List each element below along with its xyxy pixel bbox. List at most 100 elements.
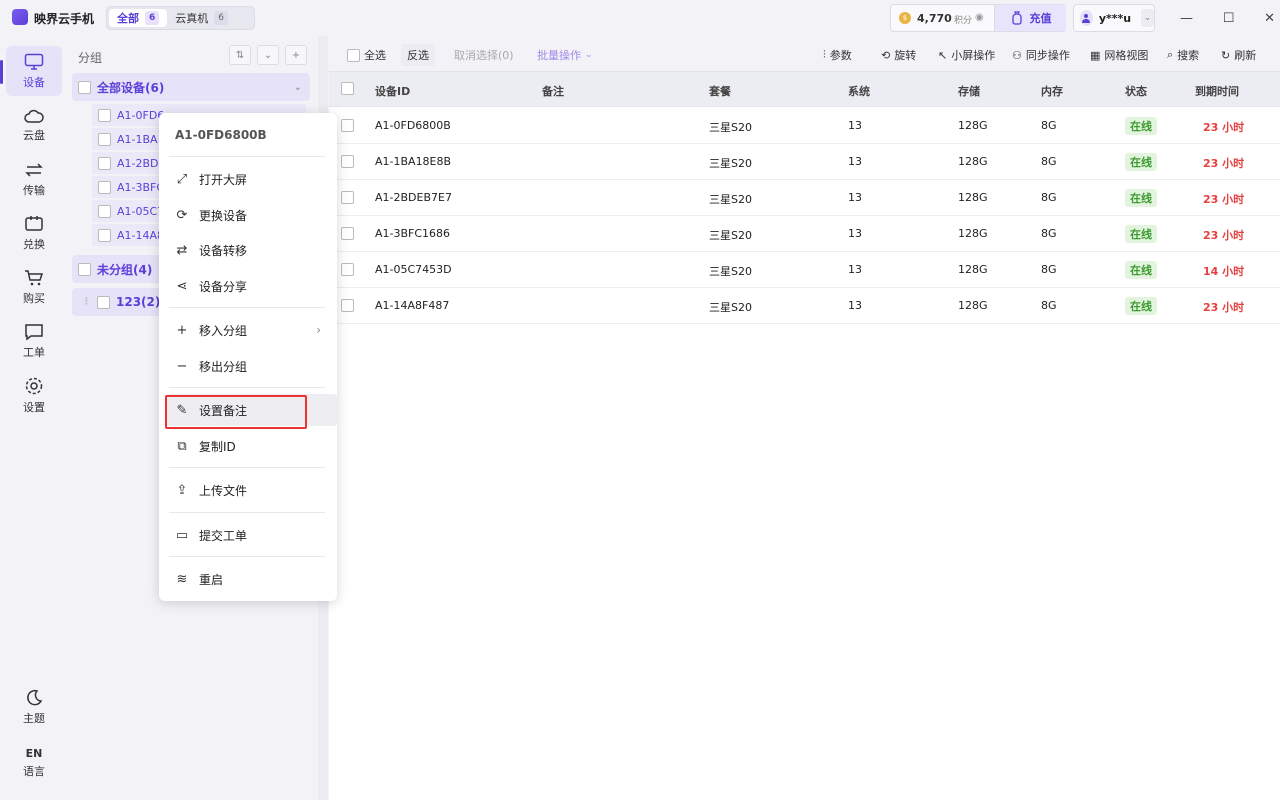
row-checkbox[interactable] <box>341 227 354 240</box>
tab-cloud-real[interactable]: 云真机 6 <box>167 9 236 27</box>
rail-item-cloud[interactable]: 云盘 <box>6 100 62 150</box>
drag-handle-icon[interactable]: ⋮ <box>82 297 91 307</box>
collapse-button[interactable]: ⌄ <box>257 45 279 65</box>
menu-item-upload-file[interactable]: ⇪ 上传文件 <box>165 474 331 506</box>
batch-operation-dropdown[interactable]: 批量操作 ⌄ <box>537 44 593 66</box>
user-menu[interactable]: y***u ⌄ <box>1073 4 1155 32</box>
expire-time: 23 小时 <box>1203 229 1245 242</box>
header-checkbox[interactable] <box>341 82 354 95</box>
row-checkbox[interactable] <box>341 191 354 204</box>
minimize-icon[interactable]: — <box>1180 11 1193 26</box>
transfer-icon: ⇄ <box>176 242 188 258</box>
add-group-button[interactable]: + <box>285 45 307 65</box>
expand-icon: ⤢ <box>176 171 188 187</box>
params-button[interactable]: ⫶ 参数 <box>823 44 852 66</box>
menu-item-copy-id[interactable]: ⧉ 复制ID <box>165 430 331 462</box>
row-checkbox[interactable] <box>341 119 354 132</box>
rotate-button[interactable]: ⟲ 旋转 <box>881 44 916 66</box>
table-row[interactable]: A1-05C7453D 三星S20 13 128G 8G 在线 14 小时 <box>329 252 1280 288</box>
cell-ram: 8G <box>1041 155 1057 168</box>
tab-all[interactable]: 全部 6 <box>109 9 168 27</box>
chevron-down-icon[interactable]: ⌄ <box>1141 9 1154 27</box>
row-checkbox[interactable] <box>341 263 354 276</box>
table-row[interactable]: A1-1BA18E8B 三星S20 13 128G 8G 在线 23 小时 <box>329 144 1280 180</box>
rail-item-theme[interactable]: 主题 <box>6 682 62 732</box>
menu-item-reboot[interactable]: ≋ 重启 <box>165 563 331 595</box>
column-header[interactable]: 套餐 <box>709 83 731 99</box>
column-header[interactable]: 备注 <box>542 83 564 99</box>
menu-item-remove-from-group[interactable]: − 移出分组 <box>165 350 331 382</box>
rail-item-buy[interactable]: 购买 <box>6 262 62 312</box>
divider <box>169 467 325 468</box>
message-icon <box>25 323 43 340</box>
select-all-button[interactable]: 全选 <box>347 44 386 66</box>
checkbox[interactable] <box>98 180 111 194</box>
recharge-button[interactable]: 充值 <box>994 5 1066 31</box>
row-checkbox[interactable] <box>341 299 354 312</box>
small-screen-button[interactable]: ↖ 小屏操作 <box>938 44 995 66</box>
points-value: 4,770 <box>917 12 952 25</box>
language-code: EN <box>25 747 43 760</box>
menu-item-move-to-group[interactable]: + 移入分组 › <box>165 314 331 346</box>
rail-item-devices[interactable]: 设备 <box>6 46 62 96</box>
menu-item-share-device[interactable]: ⋖ 设备分享 <box>165 270 331 302</box>
rail-label: 设置 <box>23 400 45 414</box>
rail-item-transfer[interactable]: 传输 <box>6 154 62 204</box>
status-badge: 在线 <box>1125 261 1157 279</box>
invert-selection-button[interactable]: 反选 <box>401 44 435 66</box>
table-row[interactable]: A1-3BFC1686 三星S20 13 128G 8G 在线 23 小时 <box>329 216 1280 252</box>
user-name: y***u <box>1098 11 1132 25</box>
column-header[interactable]: 内存 <box>1041 83 1063 99</box>
column-header[interactable]: 存储 <box>958 83 980 99</box>
rail-item-redeem[interactable]: 兑换 <box>6 208 62 258</box>
column-header[interactable]: 到期时间 <box>1195 83 1239 99</box>
cell-plan: 三星S20 <box>709 121 752 134</box>
layers-icon: ≋ <box>176 571 188 587</box>
status-badge: 在线 <box>1125 117 1157 135</box>
eye-icon[interactable]: ◉ <box>975 12 984 23</box>
chevron-down-icon[interactable]: ⌄ <box>294 82 302 93</box>
checkbox[interactable] <box>98 132 111 146</box>
rail-item-ticket[interactable]: 工单 <box>6 316 62 366</box>
column-header[interactable]: 系统 <box>848 83 870 99</box>
search-button[interactable]: ⌕ 搜索 <box>1167 44 1199 66</box>
plus-icon: + <box>176 322 188 338</box>
checkbox[interactable] <box>78 262 91 276</box>
menu-item-transfer-device[interactable]: ⇄ 设备转移 <box>165 234 331 266</box>
column-header[interactable]: 设备ID <box>375 83 410 99</box>
grid-view-button[interactable]: ▦ 网格视图 <box>1090 44 1148 66</box>
menu-item-open-fullscreen[interactable]: ⤢ 打开大屏 <box>165 163 331 195</box>
row-checkbox[interactable] <box>341 155 354 168</box>
sliders-icon: ⫶ <box>823 48 826 61</box>
close-icon[interactable]: ✕ <box>1264 11 1275 26</box>
rail-item-language[interactable]: EN 语言 <box>6 738 62 788</box>
divider <box>169 512 325 513</box>
rail-item-settings[interactable]: 设置 <box>6 370 62 420</box>
users-icon: ⚇ <box>1012 48 1022 62</box>
column-header[interactable]: 状态 <box>1125 83 1147 99</box>
checkbox[interactable] <box>98 108 111 122</box>
divider <box>169 156 325 157</box>
cancel-selection-button[interactable]: 取消选择(0) <box>454 44 514 66</box>
sync-operation-button[interactable]: ⚇ 同步操作 <box>1012 44 1070 66</box>
rail-label: 语言 <box>23 765 45 778</box>
checkbox[interactable] <box>98 204 111 218</box>
sort-button[interactable]: ⇅ <box>229 45 251 65</box>
checkbox[interactable] <box>78 80 91 94</box>
menu-item-submit-ticket[interactable]: ▭ 提交工单 <box>165 519 331 551</box>
checkbox[interactable] <box>97 295 110 309</box>
checkbox[interactable] <box>347 48 360 62</box>
refresh-icon: ↻ <box>1221 48 1231 62</box>
device-type-tabs: 全部 6 云真机 6 <box>106 6 255 30</box>
cell-id: A1-3BFC1686 <box>375 227 451 240</box>
table-row[interactable]: A1-0FD6800B 三星S20 13 128G 8G 在线 23 小时 <box>329 108 1280 144</box>
group-all-devices[interactable]: 全部设备(6) ⌄ <box>72 73 310 101</box>
points-unit: 积分 <box>954 16 973 26</box>
menu-item-replace-device[interactable]: ⟳ 更换设备 <box>165 199 331 231</box>
checkbox[interactable] <box>98 228 111 242</box>
table-row[interactable]: A1-2BDEB7E7 三星S20 13 128G 8G 在线 23 小时 <box>329 180 1280 216</box>
refresh-button[interactable]: ↻ 刷新 <box>1221 44 1256 66</box>
table-row[interactable]: A1-14A8F487 三星S20 13 128G 8G 在线 23 小时 <box>329 288 1280 324</box>
checkbox[interactable] <box>98 156 111 170</box>
maximize-icon[interactable]: ☐ <box>1223 11 1235 26</box>
